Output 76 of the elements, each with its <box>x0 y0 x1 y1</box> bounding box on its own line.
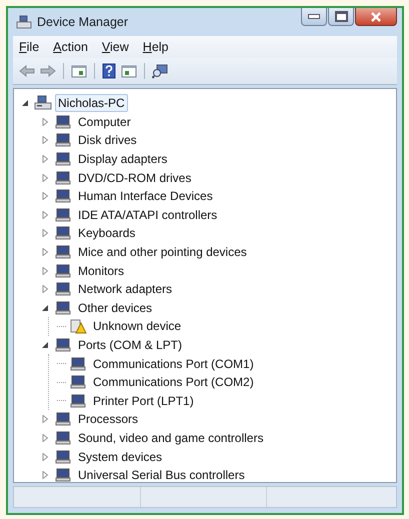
expand-triangle-icon[interactable] <box>42 248 49 256</box>
device-icon <box>69 392 87 409</box>
expand-triangle-icon[interactable] <box>42 155 49 164</box>
tree-item[interactable]: System devices <box>75 448 166 466</box>
expand-triangle-icon[interactable] <box>42 136 49 144</box>
tree-item[interactable]: Nicholas-PC <box>55 94 128 112</box>
device-icon <box>54 448 72 465</box>
panel-icon[interactable] <box>121 64 137 78</box>
menu-item[interactable]: Help <box>142 40 169 54</box>
tree-item[interactable]: IDE ATA/ATAPI controllers <box>75 206 220 224</box>
panel-icon[interactable] <box>71 64 87 78</box>
collapse-triangle-icon[interactable] <box>42 304 49 312</box>
device-icon <box>54 188 72 204</box>
device-icon <box>54 281 72 298</box>
tree-item[interactable]: Display adapters <box>75 150 170 168</box>
back-arrow-icon[interactable] <box>19 65 35 77</box>
tree-item[interactable]: Computer <box>75 112 134 131</box>
tree-item[interactable]: Printer Port (LPT1) <box>90 392 197 410</box>
expand-triangle-icon[interactable] <box>42 434 49 442</box>
expand-triangle-icon[interactable] <box>42 266 49 275</box>
expand-triangle-icon[interactable] <box>42 471 49 480</box>
tree-item[interactable]: Universal Serial Bus controllers <box>75 466 248 482</box>
close-button[interactable] <box>355 8 397 26</box>
maximize-icon <box>334 11 348 22</box>
tree-item[interactable]: Mice and other pointing devices <box>75 243 250 262</box>
menu-item[interactable]: Action <box>53 40 88 54</box>
collapse-triangle-icon[interactable] <box>42 341 49 350</box>
collapse-triangle-icon[interactable] <box>22 99 29 108</box>
expand-triangle-icon[interactable] <box>42 415 49 424</box>
minimize-button[interactable] <box>301 8 327 26</box>
tree-item[interactable]: Monitors <box>75 262 128 280</box>
tree-item[interactable]: Ports (COM & LPT) <box>75 336 186 354</box>
menu-item[interactable]: View <box>102 40 129 54</box>
maximize-button[interactable] <box>328 8 354 26</box>
tree-item[interactable]: Disk drives <box>75 131 140 150</box>
expand-triangle-icon[interactable] <box>42 118 49 126</box>
tree-item[interactable]: Human Interface Devices <box>75 187 216 206</box>
device-icon <box>54 244 72 260</box>
tree-item[interactable]: Processors <box>75 410 142 428</box>
expand-triangle-icon[interactable] <box>42 210 49 219</box>
tree-item[interactable]: Communications Port (COM2) <box>90 373 257 392</box>
app-icon <box>16 15 32 29</box>
scan-hardware-icon[interactable] <box>152 63 168 79</box>
device-icon <box>54 225 72 242</box>
device-icon <box>54 300 72 316</box>
tree-item[interactable]: Keyboards <box>75 224 138 242</box>
device-icon <box>54 132 72 148</box>
close-icon <box>370 12 382 22</box>
tree-item[interactable]: Network adapters <box>75 280 176 298</box>
device-icon <box>54 337 72 354</box>
minimize-icon <box>308 14 320 19</box>
expand-triangle-icon[interactable] <box>42 229 49 238</box>
expand-triangle-icon[interactable] <box>42 452 49 461</box>
device-icon <box>54 170 72 186</box>
device-icon <box>54 114 72 130</box>
tree-item[interactable]: Unknown device <box>90 317 184 336</box>
window-title: Device Manager <box>37 15 128 29</box>
device-icon <box>54 430 72 446</box>
forward-arrow-icon[interactable] <box>40 65 56 77</box>
device-icon <box>54 151 72 168</box>
menu-item[interactable]: File <box>19 40 40 54</box>
device-icon <box>69 356 87 372</box>
expand-triangle-icon[interactable] <box>42 192 49 200</box>
help-icon[interactable] <box>102 63 116 79</box>
device-icon <box>54 467 72 482</box>
expand-triangle-icon[interactable] <box>42 285 49 294</box>
tree-item[interactable]: Other devices <box>75 298 156 317</box>
device-icon <box>54 411 72 428</box>
device-icon <box>54 262 72 279</box>
device-icon <box>69 374 87 390</box>
device-icon <box>54 206 72 223</box>
tree-item[interactable]: Communications Port (COM1) <box>90 354 257 373</box>
computer-icon <box>34 95 52 112</box>
tree-item[interactable]: DVD/CD-ROM drives <box>75 168 194 187</box>
expand-triangle-icon[interactable] <box>42 174 49 182</box>
tree-item[interactable]: Sound, video and game controllers <box>75 428 266 447</box>
